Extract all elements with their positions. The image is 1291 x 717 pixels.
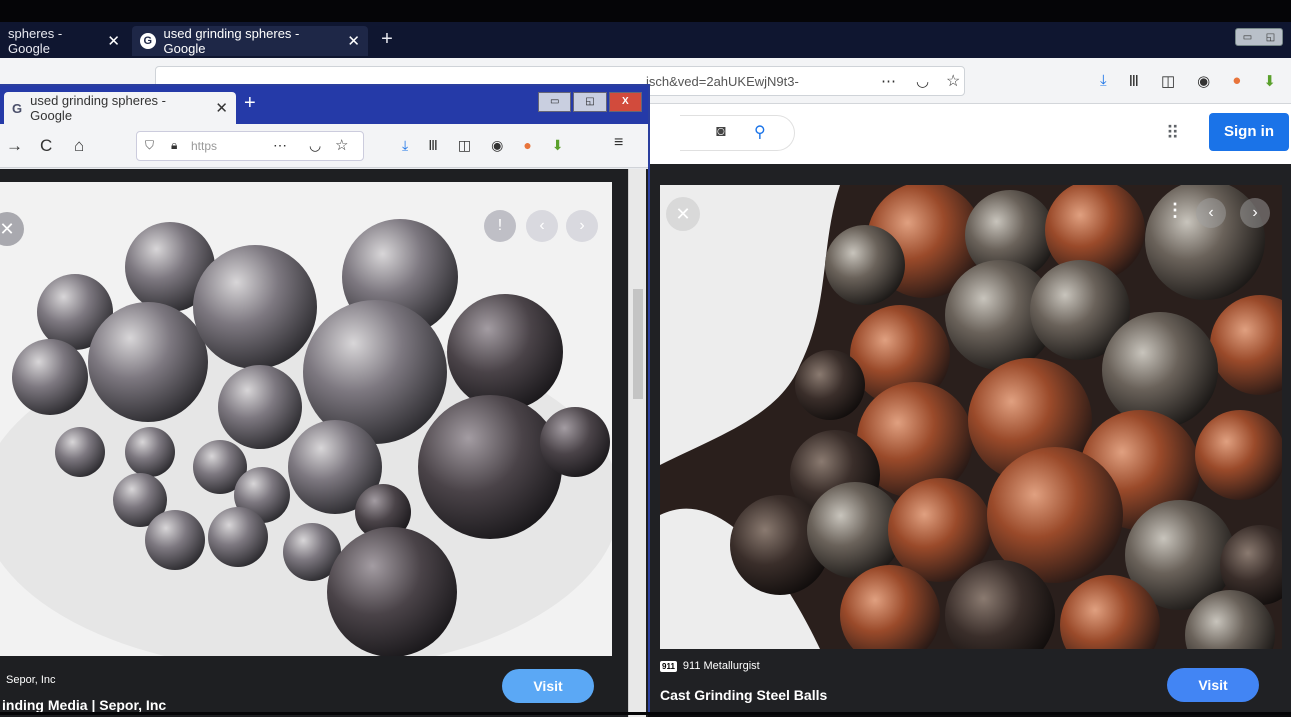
- result-source-name: 911 Metallurgist: [682, 660, 760, 672]
- result-source[interactable]: 911 911 Metallurgist: [660, 660, 760, 672]
- download-icon[interactable]: ⤓: [1100, 72, 1107, 90]
- info-icon[interactable]: !: [484, 210, 516, 242]
- home-icon[interactable]: ⌂: [74, 136, 84, 156]
- front-tab-strip: G used grinding spheres - Google ✕ + ▭ ◱…: [0, 86, 648, 124]
- front-navigation-bar: → C ⌂ ⛉ 🔒︎ https ⋯ ◡ ☆ ⤓ Ⅲ ◫ ◉ ● ⬇ ≡: [0, 124, 648, 168]
- minimize-button[interactable]: ▭: [538, 92, 572, 112]
- back-tab-2[interactable]: G used grinding spheres - Google ✕: [132, 26, 368, 56]
- sign-in-button[interactable]: Sign in: [1209, 113, 1289, 151]
- forward-icon[interactable]: →: [6, 136, 23, 156]
- front-tab[interactable]: G used grinding spheres - Google ✕: [4, 92, 236, 124]
- more-icon[interactable]: ⋯: [881, 72, 898, 90]
- window-controls: ▭ ◱ X: [538, 92, 642, 112]
- front-tab-label: used grinding spheres - Google: [30, 93, 166, 123]
- result-title[interactable]: inding Media | Sepor, Inc: [2, 697, 166, 713]
- back-toolbar: ⤓ Ⅲ ◫ ◉ ● ⬇: [1100, 72, 1276, 90]
- result-title[interactable]: Cast Grinding Steel Balls: [660, 687, 827, 703]
- sidebar-icon[interactable]: ◫: [1161, 72, 1175, 90]
- download-icon[interactable]: ⤓: [402, 137, 408, 154]
- sidebar-icon[interactable]: ◫: [458, 137, 471, 154]
- front-url-bar[interactable]: ⛉ 🔒︎ https ⋯ ◡ ☆: [136, 131, 364, 161]
- back-tab-1-label: spheres - Google: [8, 26, 63, 56]
- library-icon[interactable]: Ⅲ: [1129, 72, 1139, 90]
- back-tab-strip: spheres - Google ✕ G used grinding spher…: [0, 22, 1291, 58]
- shield-icon[interactable]: ⛉: [145, 138, 154, 153]
- close-icon[interactable]: ✕: [215, 99, 228, 117]
- star-icon[interactable]: ☆: [946, 71, 960, 91]
- vertical-scrollbar[interactable]: [628, 169, 646, 717]
- maximize-button[interactable]: ◱: [573, 92, 607, 112]
- extension-icon[interactable]: ●: [1232, 72, 1241, 90]
- source-favicon: 911: [660, 660, 677, 672]
- more-options-icon[interactable]: ⋮: [1166, 200, 1184, 221]
- window-controls[interactable]: ▭ ◱: [1235, 28, 1283, 46]
- front-toolbar: ⤓ Ⅲ ◫ ◉ ● ⬇: [402, 137, 564, 154]
- front-url-text: https: [191, 139, 218, 153]
- scrollbar-thumb[interactable]: [633, 289, 643, 399]
- download-helper-icon[interactable]: ⬇: [1263, 72, 1276, 90]
- result-image-grinding-media[interactable]: ✕ ! ‹ ›: [0, 182, 612, 656]
- close-icon[interactable]: ✕: [107, 32, 120, 50]
- more-icon[interactable]: ⋯: [273, 137, 289, 154]
- pocket-icon[interactable]: ◡: [309, 137, 321, 154]
- result-source-name[interactable]: Sepor, Inc: [6, 674, 56, 686]
- close-window-button[interactable]: X: [608, 92, 642, 112]
- previous-image-button[interactable]: ‹: [1196, 198, 1226, 228]
- minimize-icon[interactable]: ▭: [1243, 32, 1252, 43]
- search-box-end[interactable]: [680, 115, 795, 151]
- google-icon: G: [12, 100, 23, 116]
- front-browser-window: G used grinding spheres - Google ✕ + ▭ ◱…: [0, 84, 650, 717]
- visit-button[interactable]: Visit: [502, 669, 594, 703]
- front-image-preview-panel: ✕ ! ‹ › Sepor, Inc inding Media | Sepor,…: [0, 169, 648, 717]
- back-tab-1[interactable]: spheres - Google ✕: [0, 26, 128, 56]
- close-preview-button[interactable]: ✕: [666, 197, 700, 231]
- maximize-icon[interactable]: ◱: [1266, 32, 1275, 43]
- lock-icon: 🔒︎: [171, 138, 178, 152]
- visit-button[interactable]: Visit: [1167, 668, 1259, 702]
- reload-icon[interactable]: C: [40, 136, 52, 156]
- library-icon[interactable]: Ⅲ: [428, 137, 438, 154]
- extension-icon[interactable]: ●: [523, 137, 531, 154]
- camera-icon[interactable]: ◙: [716, 123, 726, 141]
- star-icon[interactable]: ☆: [335, 136, 348, 154]
- next-image-button[interactable]: ›: [566, 210, 598, 242]
- back-url-text: isch&ved=2ahUKEwjN9t3-: [646, 74, 799, 89]
- download-helper-icon[interactable]: ⬇: [552, 137, 564, 154]
- result-image-steel-balls[interactable]: [660, 185, 1282, 649]
- close-icon[interactable]: ✕: [347, 32, 360, 50]
- google-icon: G: [140, 33, 156, 49]
- account-icon[interactable]: ◉: [491, 137, 503, 154]
- previous-image-button[interactable]: ‹: [526, 210, 558, 242]
- new-tab-button[interactable]: +: [244, 92, 256, 115]
- account-icon[interactable]: ◉: [1197, 72, 1210, 90]
- search-icon[interactable]: ⚲: [754, 122, 766, 142]
- new-tab-button[interactable]: +: [376, 28, 398, 50]
- back-tab-2-label: used grinding spheres - Google: [163, 26, 300, 56]
- pocket-icon[interactable]: ◡: [916, 72, 929, 90]
- monitor-bezel-top: [0, 0, 1291, 22]
- next-image-button[interactable]: ›: [1240, 198, 1270, 228]
- apps-icon[interactable]: ⠿: [1166, 123, 1179, 144]
- menu-icon[interactable]: ≡: [614, 134, 623, 152]
